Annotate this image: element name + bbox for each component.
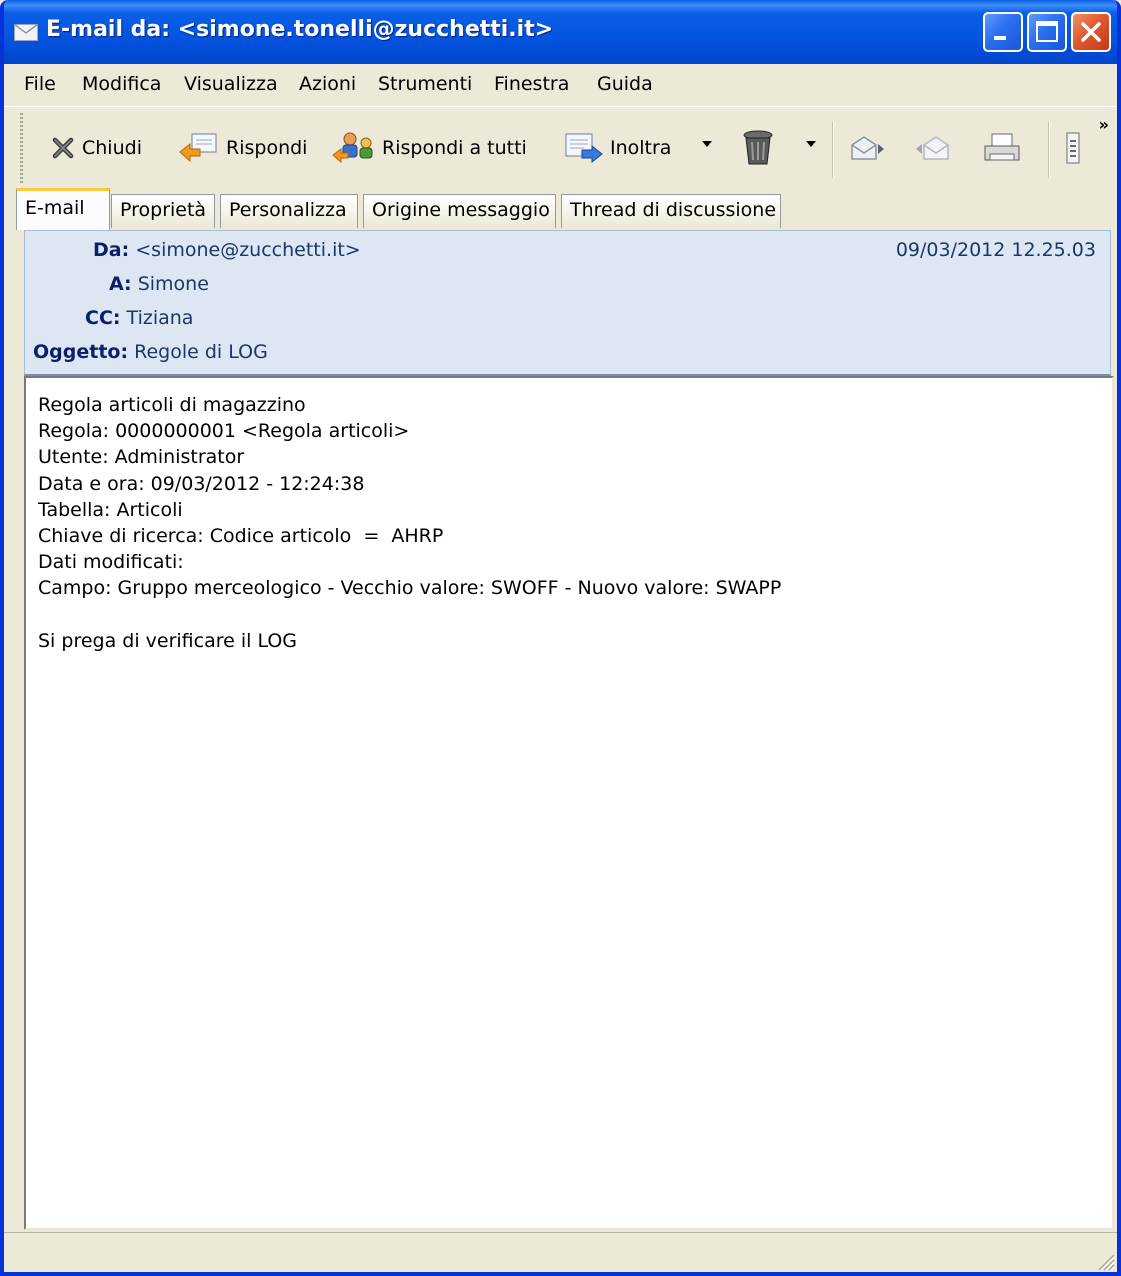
tab-personalizza[interactable]: Personalizza	[220, 194, 358, 228]
reply-all-label: Rispondi a tutti	[382, 137, 527, 159]
toolbar-separator	[1048, 121, 1050, 177]
menu-visualizza[interactable]: Visualizza	[184, 73, 278, 95]
cc-value[interactable]: Tiziana	[127, 307, 194, 329]
next-message-button[interactable]	[850, 131, 884, 165]
address-book-button[interactable]	[1064, 131, 1082, 165]
title-bar[interactable]: E-mail da: <simone.tonelli@zucchetti.it>	[4, 0, 1117, 64]
menu-finestra[interactable]: Finestra	[494, 73, 569, 95]
close-label: Chiudi	[82, 137, 142, 159]
trash-can-icon	[743, 130, 773, 165]
address-book-icon	[1066, 132, 1080, 164]
delete-button[interactable]	[738, 130, 778, 165]
forward-label: Inoltra	[610, 137, 672, 159]
close-icon	[1081, 22, 1101, 42]
close-x-icon	[52, 137, 74, 159]
to-label: A:	[109, 273, 132, 295]
body-line: Tabella: Articoli	[38, 498, 183, 521]
from-label: Da:	[93, 239, 130, 261]
reply-icon	[179, 133, 217, 163]
tab-strip: E-mail Proprietà Personalizza Origine me…	[4, 188, 1117, 230]
menu-guida[interactable]: Guida	[597, 73, 653, 95]
subject-row: Oggetto: Regole di LOG	[33, 341, 268, 363]
body-line: Data e ora: 09/03/2012 - 12:24:38	[38, 472, 365, 495]
reply-all-button[interactable]: Rispondi a tutti	[332, 131, 527, 165]
body-line	[38, 602, 1100, 628]
body-line: Si prega di verificare il LOG	[38, 629, 298, 652]
email-window: E-mail da: <simone.tonelli@zucchetti.it>…	[0, 0, 1121, 1276]
reply-button[interactable]: Rispondi	[178, 131, 307, 165]
body-line: Regola: 0000000001 <Regola articoli>	[38, 420, 410, 443]
forward-button[interactable]: Inoltra	[564, 131, 671, 165]
body-line: Campo: Gruppo merceologico - Vecchio val…	[38, 577, 782, 600]
maximize-icon	[1036, 21, 1058, 42]
body-line: Dati modificati:	[38, 551, 184, 574]
maximize-button[interactable]	[1027, 12, 1067, 52]
print-button[interactable]	[982, 131, 1022, 165]
close-window-button[interactable]	[1071, 12, 1111, 52]
subject-label: Oggetto:	[33, 341, 129, 363]
resize-grip-icon[interactable]	[1095, 1251, 1115, 1271]
previous-message-button[interactable]	[916, 131, 950, 165]
forward-dropdown-arrow[interactable]	[702, 141, 712, 147]
reply-all-icon	[332, 132, 373, 164]
menu-modifica[interactable]: Modifica	[82, 73, 161, 95]
forward-icon	[565, 133, 603, 164]
from-value[interactable]: <simone@zucchetti.it>	[135, 239, 360, 261]
tab-origine-messaggio[interactable]: Origine messaggio	[363, 194, 556, 228]
previous-message-icon	[916, 136, 949, 160]
subject-value: Regole di LOG	[134, 341, 268, 363]
printer-icon	[984, 133, 1020, 161]
menu-strumenti[interactable]: Strumenti	[378, 73, 472, 95]
toolbar-grip[interactable]	[20, 113, 23, 183]
body-line: Chiave di ricerca: Codice articolo = AHR…	[38, 525, 444, 548]
minimize-button[interactable]	[983, 12, 1023, 52]
to-value[interactable]: Simone	[138, 273, 209, 295]
toolbar-overflow-chevron[interactable]: »	[1099, 115, 1109, 134]
message-date: 09/03/2012 12.25.03	[895, 239, 1096, 261]
body-line: Utente: Administrator	[38, 446, 245, 469]
cc-label: CC:	[85, 307, 121, 329]
to-row: A: Simone	[109, 273, 209, 295]
toolbar-separator	[832, 121, 834, 177]
message-body[interactable]: Regola articoli di magazzino Regola: 000…	[24, 376, 1114, 1230]
envelope-icon	[14, 24, 38, 41]
tab-email[interactable]: E-mail	[16, 188, 110, 230]
minimize-icon	[994, 36, 1006, 40]
tab-thread-di-discussione[interactable]: Thread di discussione	[561, 194, 781, 228]
menu-azioni[interactable]: Azioni	[299, 73, 356, 95]
menu-file[interactable]: File	[24, 73, 56, 95]
menu-bar: File Modifica Visualizza Azioni Strument…	[4, 64, 1117, 106]
cc-row: CC: Tiziana	[85, 307, 193, 329]
body-line: Regola articoli di magazzino	[38, 394, 306, 416]
from-row: Da: <simone@zucchetti.it>	[93, 239, 361, 261]
window-title: E-mail da: <simone.tonelli@zucchetti.it>	[46, 17, 554, 42]
close-button[interactable]: Chiudi	[50, 131, 142, 165]
delete-dropdown-arrow[interactable]	[806, 141, 816, 147]
message-header: Da: <simone@zucchetti.it> 09/03/2012 12.…	[24, 230, 1111, 376]
tab-proprieta[interactable]: Proprietà	[111, 194, 215, 228]
reply-label: Rispondi	[226, 137, 308, 159]
toolbar: Chiudi Rispondi Rispondi a tutti Inoltra…	[4, 106, 1117, 189]
status-bar	[4, 1232, 1117, 1272]
next-message-icon	[851, 136, 884, 160]
